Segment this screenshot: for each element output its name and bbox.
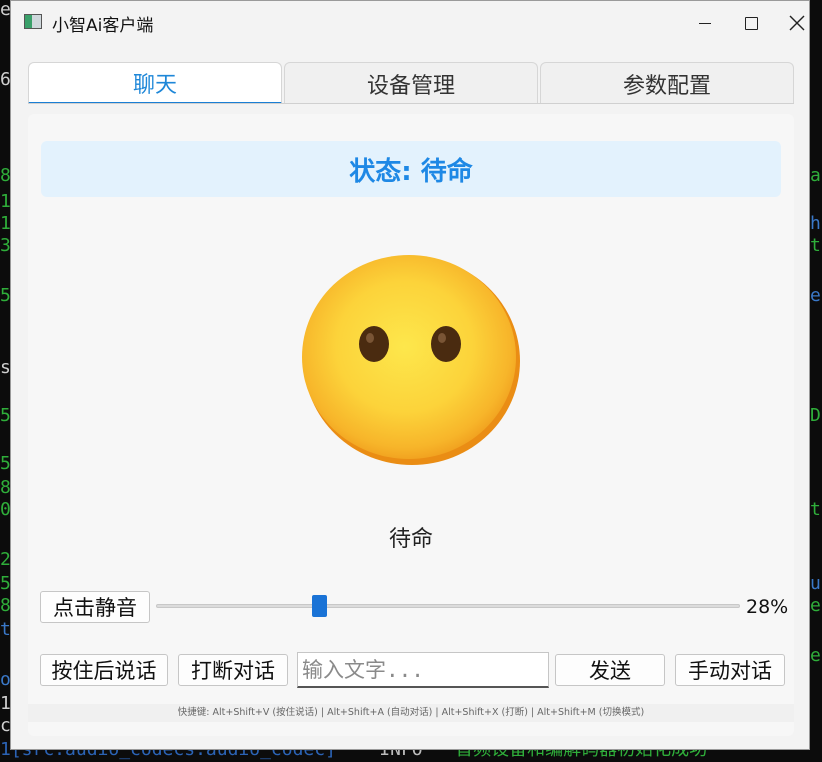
terminal-text: h [810,213,821,234]
mute-button[interactable]: 点击静音 [40,591,150,623]
title-bar[interactable]: 小智Ai客户端 [11,1,809,45]
terminal-text: a [810,165,821,186]
status-label: 状态: 待命 [41,141,781,197]
tab-divider [28,103,794,104]
volume-slider-handle[interactable] [312,595,328,617]
terminal-text: t [810,235,821,256]
tab-bar: 聊天 设备管理 参数配置 [28,62,794,104]
message-input[interactable] [297,652,549,688]
tab-settings[interactable]: 参数配置 [540,62,794,104]
minimize-icon [699,22,711,24]
terminal-text: u [810,573,821,594]
close-icon [789,15,805,31]
minimize-button[interactable] [682,1,728,45]
app-window-icon [24,14,42,29]
terminal-text: e [810,285,821,306]
maximize-button[interactable] [728,1,774,45]
terminal-text: t [810,499,821,520]
terminal-text: D [810,405,821,426]
terminal-text: e [810,595,821,616]
send-button[interactable]: 发送 [555,654,665,686]
volume-value: 28% [746,596,789,618]
emotion-label: 待命 [388,527,433,552]
app-window: 小智Ai客户端 聊天 设备管理 参数配置 状态: 待命 待命 点击静音 28% … [10,0,810,750]
tab-chat[interactable]: 聊天 [28,62,282,104]
push-to-talk-button[interactable]: 按住后说话 [40,654,168,686]
chat-panel: 状态: 待命 待命 点击静音 28% 按住后说话 打断对话 输入文字... 发送… [28,114,794,736]
interrupt-button[interactable]: 打断对话 [178,654,288,686]
tab-device-management[interactable]: 设备管理 [284,62,538,104]
shortcut-hint: 快捷键: Alt+Shift+V (按住说话) | Alt+Shift+A (自… [28,704,794,722]
mode-toggle-button[interactable]: 手动对话 [675,654,785,686]
neutral-face-emoji [302,255,520,465]
volume-slider[interactable] [156,604,740,608]
maximize-icon [744,16,758,30]
terminal-text: e [810,645,821,666]
close-button[interactable] [774,1,820,45]
window-title: 小智Ai客户端 [52,16,154,36]
